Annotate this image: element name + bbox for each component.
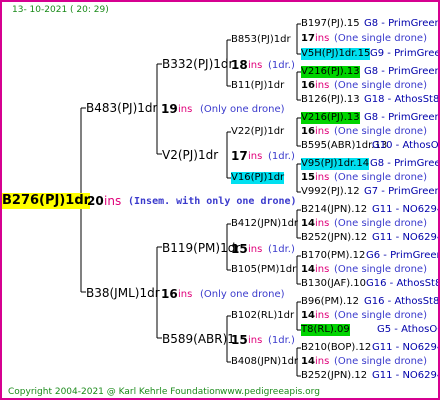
gen4-ins-count: 17	[301, 33, 315, 44]
gen4-ins-unit: ins	[315, 33, 330, 44]
gen3-queen-id[interactable]: B412(JPN)1dr	[231, 218, 298, 230]
gen4-group: G8 - PrimGreen00	[364, 112, 438, 123]
gen3-ins-unit: ins	[315, 218, 330, 229]
gen4-queen-id[interactable]: V5H(PJ)1dr.15	[301, 48, 371, 60]
gen3-queen-id[interactable]: V22(PJ)1dr	[231, 126, 284, 138]
gen2-note: (1dr.)	[268, 151, 295, 162]
gen3-note: (One single drone)	[334, 218, 427, 229]
gen2-ins-unit: ins	[248, 60, 263, 71]
gen3-queen-id[interactable]: B105(PM)1dr	[231, 264, 296, 276]
gen4-queen-id[interactable]: B170(PM).12	[301, 250, 365, 262]
gen4-ins-count: 16	[301, 126, 315, 137]
gen3-queen-id[interactable]: B102(RL)1dr	[231, 310, 294, 322]
gen4-queen-id[interactable]: B126(PJ).13	[301, 94, 360, 106]
gen2-ins-count: 15	[231, 242, 248, 256]
gen3-note: (One single drone)	[334, 356, 427, 367]
gen4-group: G11 - NO6294R	[372, 342, 438, 353]
footer-url[interactable]: www.pedigreeapis.org	[220, 386, 320, 398]
gen4-queen-id[interactable]: B252(JPN).12	[301, 232, 367, 244]
gen4-ins-count: 15	[301, 172, 315, 183]
gen4-queen-id[interactable]: B96(PM).12	[301, 296, 359, 308]
gen3-ins-count: 14	[301, 310, 315, 321]
gen2-note: (1dr.)	[268, 244, 295, 255]
root-ins-unit: ins	[104, 194, 122, 208]
gen2-queen-id[interactable]: B119(PM)1dr	[162, 241, 240, 255]
gen4-queen-id[interactable]: B197(PJ).15	[301, 18, 360, 30]
gen2-ins-unit: ins	[248, 151, 263, 162]
gen2-ins-unit: ins	[248, 335, 263, 346]
gen2-ins-count: 15	[231, 333, 248, 347]
gen4-ins-unit: ins	[315, 80, 330, 91]
gen2-ins-count: 18	[231, 58, 248, 72]
gen1-queen-id[interactable]: B38(JML)1dr	[86, 286, 160, 300]
gen4-group: G11 - NO6294R	[372, 370, 438, 381]
gen4-queen-id[interactable]: B252(JPN).12	[301, 370, 367, 382]
gen1-ins-unit: ins	[178, 289, 193, 300]
gen4-ins-count: 16	[301, 80, 315, 91]
gen4-group: G5 - AthosOOR	[377, 324, 438, 335]
gen4-group: G8 - PrimGreen00	[364, 66, 438, 77]
gen3-queen-id[interactable]: B11(PJ)1dr	[231, 80, 284, 92]
gen4-queen-id[interactable]: V992(PJ).12	[301, 186, 360, 198]
gen3-ins-unit: ins	[315, 264, 330, 275]
gen2-note: (1dr.)	[268, 335, 295, 346]
root-queen-id[interactable]: B276(PJ)1dr	[2, 193, 91, 209]
gen1-ins-unit: ins	[178, 104, 193, 115]
gen4-queen-id[interactable]: V216(PJ).13	[301, 112, 360, 124]
gen4-group: G11 - NO6294R	[372, 232, 438, 243]
gen2-note: (1dr.)	[268, 60, 295, 71]
gen1-note: (Only one drone)	[200, 289, 285, 300]
gen4-ins-unit: ins	[315, 126, 330, 137]
gen4-group: G10 - AthosOOR	[372, 140, 439, 151]
gen2-queen-id[interactable]: B332(PJ)1dr	[162, 57, 233, 71]
pedigree-frame: 13- 10-2021 ( 20: 29) B276(PJ)1dr 20 ins…	[0, 0, 440, 400]
gen1-ins-count: 19	[161, 102, 178, 116]
report-datetime: 13- 10-2021 ( 20: 29)	[12, 5, 109, 15]
gen3-ins-count: 14	[301, 218, 315, 229]
gen1-queen-id[interactable]: B483(PJ)1dr	[86, 101, 157, 115]
gen4-queen-id[interactable]: B214(JPN).12	[301, 204, 367, 216]
gen4-queen-id[interactable]: B210(BOP).12	[301, 342, 371, 354]
gen4-group: G9 - PrimGreen00	[370, 48, 440, 59]
gen4-group: G6 - PrimGreen00	[366, 250, 438, 261]
gen4-group: G8 - PrimGreen00	[370, 158, 440, 169]
gen3-ins-unit: ins	[315, 356, 330, 367]
gen3-ins-count: 14	[301, 356, 315, 367]
gen4-queen-id[interactable]: B130(JAF).10	[301, 278, 366, 290]
gen4-note: (One single drone)	[334, 172, 427, 183]
footer-copyright: Copyright 2004-2021 @ Karl Kehrle Founda…	[8, 387, 221, 397]
gen4-ins-unit: ins	[315, 172, 330, 183]
gen3-ins-unit: ins	[315, 310, 330, 321]
gen4-queen-id[interactable]: T8(RL).09	[301, 324, 350, 336]
gen4-group: G18 - AthosSt80R	[364, 94, 440, 105]
gen4-group: G16 - AthosSt80R	[364, 296, 440, 307]
gen4-note: (One single drone)	[334, 80, 427, 91]
gen3-note: (One single drone)	[334, 264, 427, 275]
gen3-ins-count: 14	[301, 264, 315, 275]
gen4-queen-id[interactable]: V95(PJ)1dr.14	[301, 158, 370, 170]
gen1-ins-count: 16	[161, 287, 178, 301]
gen3-queen-id[interactable]: B408(JPN)1dr	[231, 356, 298, 368]
gen2-queen-id[interactable]: V2(PJ)1dr	[162, 148, 218, 162]
gen3-note: (One single drone)	[334, 310, 427, 321]
gen2-ins-unit: ins	[248, 244, 263, 255]
gen4-queen-id[interactable]: V216(PJ).13	[301, 66, 360, 78]
gen1-note: (Only one drone)	[200, 104, 285, 115]
gen4-note: (One single drone)	[334, 33, 427, 44]
gen4-group: G11 - NO6294R	[372, 204, 438, 215]
root-ins-count: 20	[87, 194, 104, 208]
gen3-queen-id[interactable]: B853(PJ)1dr	[231, 34, 291, 46]
root-insem-note: (Insem. with only one drone)	[128, 196, 297, 207]
gen2-queen-id[interactable]: B589(ABR)1	[162, 332, 235, 346]
gen4-group: G7 - PrimGreen00	[364, 186, 438, 197]
gen3-queen-id[interactable]: V16(PJ)1dr	[231, 172, 285, 184]
gen4-group: G8 - PrimGreen00	[364, 18, 438, 29]
gen4-group: G16 - AthosSt80R	[366, 278, 438, 289]
gen2-ins-count: 17	[231, 149, 248, 163]
gen4-note: (One single drone)	[334, 126, 427, 137]
